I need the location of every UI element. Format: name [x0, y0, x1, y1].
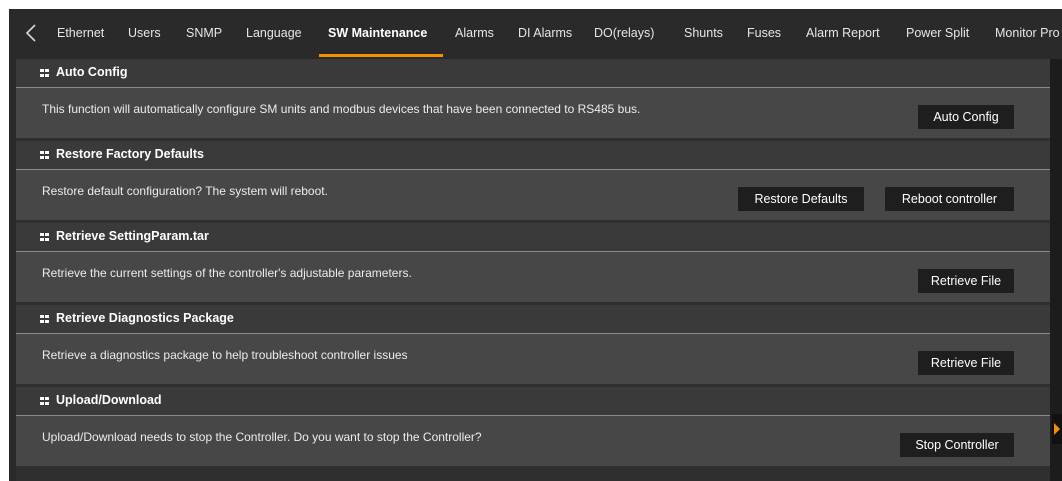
- section-title: Retrieve Diagnostics Package: [56, 311, 234, 325]
- retrieve-file-button[interactable]: Retrieve File: [918, 269, 1014, 293]
- section-header-restore-defaults: Restore Factory Defaults: [16, 141, 1050, 169]
- section-description: Restore default configuration? The syste…: [42, 184, 328, 198]
- scroll-thumb[interactable]: [1052, 414, 1062, 444]
- section-body-auto-config: This function will automatically configu…: [16, 87, 1050, 138]
- tab-monitor-pro[interactable]: Monitor Pro: [995, 9, 1060, 57]
- section-header-retrieve-settings: Retrieve SettingParam.tar: [16, 223, 1050, 251]
- expand-arrow-icon[interactable]: [1052, 414, 1062, 444]
- grip-icon: [40, 315, 50, 323]
- section-body-retrieve-settings: Retrieve the current settings of the con…: [16, 251, 1050, 302]
- chevron-left-icon[interactable]: [22, 23, 42, 43]
- section-body-restore-defaults: Restore default configuration? The syste…: [16, 169, 1050, 220]
- app-frame: Ethernet Users SNMP Language SW Maintena…: [9, 9, 1062, 481]
- restore-defaults-button[interactable]: Restore Defaults: [738, 187, 864, 211]
- section-header-upload-download: Upload/Download: [16, 387, 1050, 415]
- section-title: Upload/Download: [56, 393, 162, 407]
- tab-sw-maintenance[interactable]: SW Maintenance: [328, 9, 427, 57]
- tab-alarm-report[interactable]: Alarm Report: [806, 9, 880, 57]
- retrieve-diagnostics-button[interactable]: Retrieve File: [918, 351, 1014, 375]
- stop-controller-button[interactable]: Stop Controller: [900, 433, 1014, 457]
- grip-icon: [40, 397, 50, 405]
- tab-fuses[interactable]: Fuses: [747, 9, 781, 57]
- tab-ethernet[interactable]: Ethernet: [57, 9, 104, 57]
- content-panel: Auto Config This function will automatic…: [16, 59, 1050, 481]
- reboot-controller-button[interactable]: Reboot controller: [885, 187, 1014, 211]
- grip-icon: [40, 69, 50, 77]
- tab-alarms[interactable]: Alarms: [455, 9, 494, 57]
- section-body-upload-download: Upload/Download needs to stop the Contro…: [16, 415, 1050, 466]
- section-title: Restore Factory Defaults: [56, 147, 204, 161]
- tab-snmp[interactable]: SNMP: [186, 9, 222, 57]
- section-header-retrieve-diagnostics: Retrieve Diagnostics Package: [16, 305, 1050, 333]
- auto-config-button[interactable]: Auto Config: [918, 105, 1014, 129]
- section-title: Retrieve SettingParam.tar: [56, 229, 209, 243]
- section-header-auto-config: Auto Config: [16, 59, 1050, 87]
- section-description: This function will automatically configu…: [42, 102, 641, 116]
- tab-bar: Ethernet Users SNMP Language SW Maintena…: [9, 9, 1062, 57]
- section-description: Retrieve a diagnostics package to help t…: [42, 348, 408, 362]
- active-tab-indicator: [319, 54, 443, 57]
- section-description: Upload/Download needs to stop the Contro…: [42, 430, 482, 444]
- tab-di-alarms[interactable]: DI Alarms: [518, 9, 572, 57]
- tab-shunts[interactable]: Shunts: [684, 9, 723, 57]
- grip-icon: [40, 233, 50, 241]
- section-body-retrieve-diagnostics: Retrieve a diagnostics package to help t…: [16, 333, 1050, 384]
- grip-icon: [40, 151, 50, 159]
- tab-power-split[interactable]: Power Split: [906, 9, 969, 57]
- section-title: Auto Config: [56, 65, 128, 79]
- section-description: Retrieve the current settings of the con…: [42, 266, 412, 280]
- tab-do-relays[interactable]: DO(relays): [594, 9, 654, 57]
- tab-language[interactable]: Language: [246, 9, 302, 57]
- tab-users[interactable]: Users: [128, 9, 161, 57]
